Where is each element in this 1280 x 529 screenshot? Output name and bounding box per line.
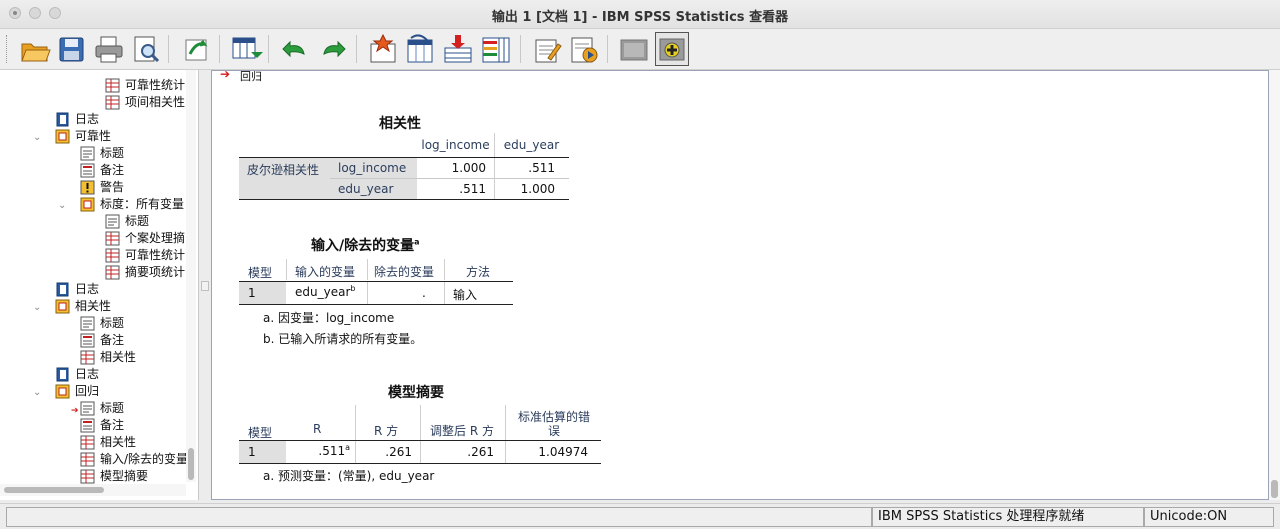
table-cell: .511 xyxy=(528,161,555,175)
table-icon xyxy=(105,265,120,280)
table-icon xyxy=(80,350,95,365)
table-icon xyxy=(105,248,120,263)
goto-variable-icon[interactable] xyxy=(403,32,437,66)
table-cell: 1 xyxy=(248,445,256,459)
title-doc-icon xyxy=(105,214,120,229)
redo-icon[interactable] xyxy=(316,32,350,66)
footnote: a. 预测变量：(常量), edu_year xyxy=(263,469,435,483)
hide-outline-icon[interactable] xyxy=(617,32,651,66)
table-icon xyxy=(80,452,95,467)
warning-icon xyxy=(80,180,95,195)
status-message xyxy=(6,507,872,527)
processor-status: IBM SPSS Statistics 处理程序就绪 xyxy=(872,507,1144,527)
column-header: 模型 xyxy=(248,266,273,280)
goto-case-icon[interactable] xyxy=(366,32,400,66)
output-contents-pane: ➔ 回归 相关性 log_income edu_year 皮尔逊相关性 log_… xyxy=(211,70,1269,500)
open-icon[interactable] xyxy=(18,32,52,66)
variables-table-title: 输入/除去的变量a xyxy=(311,237,420,254)
column-header: edu_year xyxy=(503,138,560,152)
outline-vertical-scrollbar[interactable] xyxy=(186,70,196,482)
section-label: 回归 xyxy=(240,70,262,83)
table-icon xyxy=(105,231,120,246)
table-cell: edu_yearb xyxy=(295,284,356,299)
column-header: 误 xyxy=(547,424,560,438)
notes-icon xyxy=(80,418,95,433)
outline-horizontal-scrollbar[interactable] xyxy=(0,484,186,496)
table-cell: .511a xyxy=(318,443,350,458)
table-cell: 1.04974 xyxy=(538,445,588,459)
save-icon[interactable] xyxy=(55,32,89,66)
title-doc-icon xyxy=(80,316,95,331)
current-item-arrow-icon: ➔ xyxy=(71,406,79,416)
scroll-thumb[interactable] xyxy=(4,487,104,493)
table-cell: . xyxy=(422,286,426,300)
column-header: 方法 xyxy=(466,265,491,279)
column-header: R 方 xyxy=(374,424,399,438)
log-book-icon xyxy=(55,367,70,382)
table-cell: 输入 xyxy=(453,288,478,302)
chevron-down-icon[interactable]: ⌄ xyxy=(33,303,43,313)
print-icon[interactable] xyxy=(92,32,126,66)
column-header: log_income xyxy=(421,138,490,152)
table-cell: .511 xyxy=(459,182,486,196)
procedure-book-icon xyxy=(80,197,95,212)
procedure-book-icon xyxy=(55,129,70,144)
unicode-status: Unicode:ON xyxy=(1144,507,1274,527)
procedure-book-icon xyxy=(55,384,70,399)
window-title: 输出 1 [文档 1] - IBM SPSS Statistics 查看器 xyxy=(491,10,789,25)
chevron-down-icon[interactable]: ⌄ xyxy=(58,201,68,211)
table-icon xyxy=(105,95,120,110)
column-header: 输入的变量 xyxy=(295,265,356,279)
log-book-icon xyxy=(55,112,70,127)
footnote: a. 因变量：log_income xyxy=(263,311,395,325)
contents-vertical-scrollbar[interactable] xyxy=(1269,70,1280,500)
model-summary-title: 模型摘要 xyxy=(388,385,444,401)
insert-cases-icon[interactable] xyxy=(441,32,475,66)
log-book-icon xyxy=(55,282,70,297)
footnote: b. 已输入所请求的所有变量。 xyxy=(263,332,423,346)
recall-dialog-icon[interactable] xyxy=(179,32,213,66)
column-header: 调整后 R 方 xyxy=(430,424,494,438)
row-group-label: 皮尔逊相关性 xyxy=(247,163,320,177)
correlations-title: 相关性 xyxy=(379,116,421,132)
table-icon xyxy=(80,469,95,484)
column-header: 模型 xyxy=(248,426,273,440)
toolbar xyxy=(0,29,1280,70)
row-header: edu_year xyxy=(338,182,394,196)
scroll-thumb[interactable] xyxy=(188,448,194,480)
column-header: R xyxy=(313,422,322,436)
notes-icon xyxy=(80,163,95,178)
table-cell: .261 xyxy=(467,445,494,459)
outline-pane: 可靠性统计 项间相关性 日志 ⌄ 可靠性 标题 备注 警告 ⌄ 标度：所有变量 … xyxy=(0,70,199,500)
show-outline-icon[interactable] xyxy=(655,32,689,66)
goto-data-icon[interactable] xyxy=(229,32,263,66)
print-preview-icon[interactable] xyxy=(129,32,163,66)
title-doc-icon xyxy=(80,146,95,161)
title-doc-icon xyxy=(80,401,95,416)
table-cell: 1 xyxy=(248,286,256,300)
chevron-down-icon[interactable]: ⌄ xyxy=(33,388,43,398)
procedure-book-icon xyxy=(55,299,70,314)
table-cell: 1.000 xyxy=(451,161,486,175)
title-bar: 输出 1 [文档 1] - IBM SPSS Statistics 查看器 xyxy=(0,0,1280,29)
current-item-arrow-icon: ➔ xyxy=(220,70,231,81)
notes-icon xyxy=(80,333,95,348)
table-cell: 1.000 xyxy=(520,182,555,196)
table-icon xyxy=(80,435,95,450)
designate-window-icon[interactable] xyxy=(530,32,564,66)
undo-icon[interactable] xyxy=(278,32,312,66)
chevron-down-icon[interactable]: ⌄ xyxy=(33,133,43,143)
toolbar-grip[interactable] xyxy=(6,35,9,63)
variables-icon[interactable] xyxy=(479,32,513,66)
table-icon xyxy=(105,78,120,93)
row-header: log_income xyxy=(338,161,407,175)
pane-splitter[interactable] xyxy=(199,70,210,500)
run-script-icon[interactable] xyxy=(567,32,601,66)
status-bar: IBM SPSS Statistics 处理程序就绪 Unicode:ON xyxy=(0,503,1280,529)
column-header: 除去的变量 xyxy=(374,265,435,279)
table-cell: .261 xyxy=(385,445,412,459)
scroll-thumb[interactable] xyxy=(1271,480,1278,498)
